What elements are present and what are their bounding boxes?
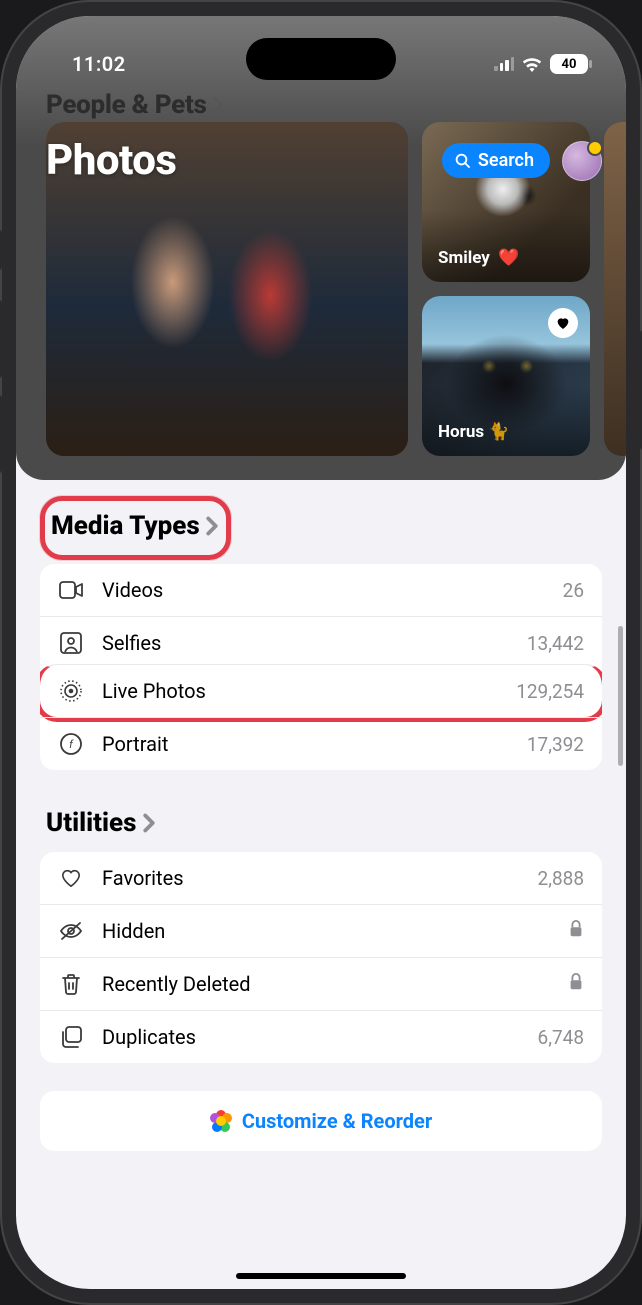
- row-favorites[interactable]: Favorites 2,888: [40, 852, 602, 904]
- row-live-photos[interactable]: Live Photos 129,254: [40, 664, 602, 722]
- svg-text:f: f: [69, 738, 74, 751]
- livephoto-icon: [58, 679, 84, 703]
- favorite-badge-icon[interactable]: [548, 308, 578, 338]
- duplicate-icon: [58, 1026, 84, 1048]
- search-icon: [454, 152, 472, 170]
- chevron-right-icon: [141, 813, 157, 833]
- utilities-header[interactable]: Utilities: [40, 798, 602, 852]
- lock-icon: [568, 919, 584, 943]
- scrollbar[interactable]: [618, 626, 623, 766]
- row-hidden[interactable]: Hidden: [40, 904, 602, 957]
- customize-reorder-button[interactable]: Customize & Reorder: [40, 1091, 602, 1151]
- home-indicator[interactable]: [236, 1273, 406, 1279]
- page-title: Photos: [46, 136, 176, 185]
- hidden-icon: [58, 921, 84, 941]
- row-portrait[interactable]: f Portrait 17,392: [40, 717, 602, 770]
- dynamic-island: [246, 38, 396, 80]
- video-icon: [58, 581, 84, 599]
- row-duplicates[interactable]: Duplicates 6,748: [40, 1010, 602, 1063]
- row-selfies[interactable]: Selfies 13,442: [40, 616, 602, 669]
- portrait-icon: f: [58, 733, 84, 755]
- profile-avatar[interactable]: [562, 141, 602, 181]
- lock-icon: [568, 972, 584, 996]
- media-types-card: Videos 26 Selfies 13,442 Live Photos 129…: [40, 564, 602, 770]
- overlay-bar: Photos Search: [16, 136, 626, 185]
- people-pets-header[interactable]: People & Pets: [46, 90, 225, 120]
- search-button[interactable]: Search: [442, 143, 550, 178]
- battery-icon: 40: [550, 54, 588, 74]
- album-horus[interactable]: Horus: [422, 296, 590, 456]
- content: Media Types Videos 26 Selfies: [16, 480, 626, 1151]
- screen: 11:02 40 People & Pets: [16, 16, 626, 1289]
- media-types-header[interactable]: Media Types: [40, 496, 231, 560]
- cellular-icon: [494, 57, 514, 71]
- album-label: Smiley: [438, 248, 519, 268]
- row-recently-deleted[interactable]: Recently Deleted: [40, 957, 602, 1010]
- utilities-card: Favorites 2,888 Hidden Recent: [40, 852, 602, 1063]
- photos-app-icon: [210, 1110, 232, 1132]
- wifi-icon: [522, 57, 542, 72]
- album-label: Horus: [438, 422, 509, 442]
- device-frame: 11:02 40 People & Pets: [0, 0, 642, 1305]
- heart-icon: [58, 868, 84, 888]
- status-time: 11:02: [72, 52, 126, 76]
- trash-icon: [58, 973, 84, 995]
- chevron-right-icon: [204, 516, 220, 536]
- row-videos[interactable]: Videos 26: [40, 564, 602, 616]
- selfie-icon: [58, 632, 84, 654]
